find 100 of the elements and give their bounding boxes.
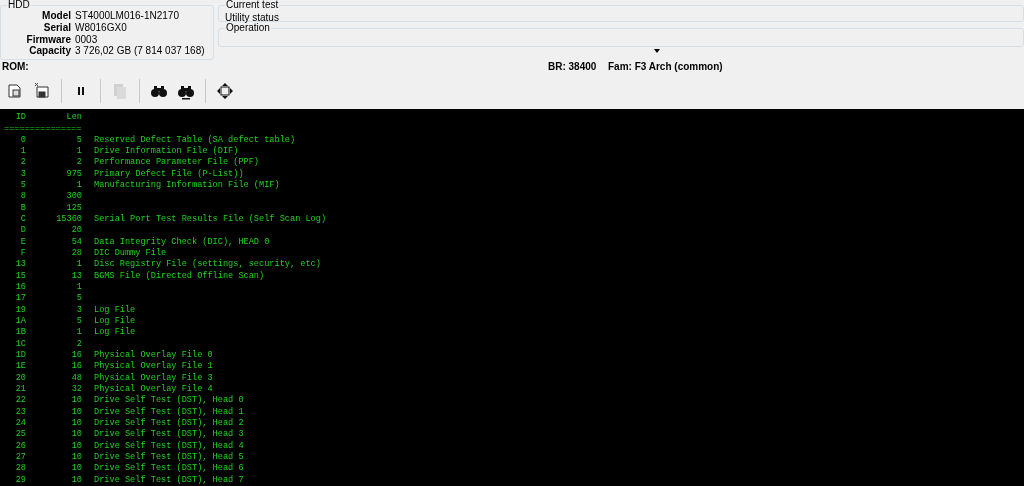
file-description: BGMS File (Directed Offline Scan)	[94, 270, 265, 283]
file-length: 5	[75, 316, 82, 328]
file-id: 1C	[14, 338, 26, 351]
file-id: 8	[19, 191, 26, 203]
field-value: W8016GX0	[75, 21, 128, 34]
file-id: E	[19, 236, 26, 249]
save-icon	[33, 82, 51, 101]
file-id: B	[19, 202, 26, 215]
file-length: 48	[70, 372, 82, 385]
caret-icon[interactable]	[654, 49, 660, 53]
file-description: Drive Self Test (DST), Head 0	[94, 395, 244, 407]
file-length: 3	[75, 304, 82, 317]
file-description: Serial Port Test Results File (Self Scan Log)	[94, 214, 327, 226]
group-title: Current test	[225, 0, 280, 10]
file-length: 975	[65, 168, 82, 181]
file-id: D	[19, 225, 26, 237]
file-id: 27	[14, 452, 26, 464]
file-length: 125	[65, 202, 82, 215]
file-length: 16	[70, 350, 82, 362]
file-description: Log File	[94, 316, 136, 327]
four-way-arrow-icon	[216, 82, 234, 101]
file-length: 2	[75, 338, 82, 351]
rom-label: ROM:	[2, 61, 30, 72]
family-label: Fam: F3 Arch (common)	[608, 61, 723, 72]
file-length: 54	[70, 236, 82, 249]
file-length: 1	[75, 327, 82, 339]
file-description: Data Integrity Check (DIC), HEAD 0	[94, 236, 270, 248]
file-description: Log File	[94, 327, 136, 339]
file-id: 3	[19, 168, 26, 181]
file-id: F	[19, 248, 26, 260]
file-description: Disc Registry File (settings, security, etc)	[94, 259, 321, 271]
file-id: 13	[14, 259, 26, 271]
file-description: DIC Dummy File	[94, 248, 167, 259]
file-description: Drive Self Test (DST), Head 2	[94, 418, 244, 429]
field-label: Capacity	[28, 45, 71, 58]
file-length: 5	[75, 293, 82, 305]
field-label: Serial	[42, 21, 71, 34]
file-length: 10	[70, 474, 82, 486]
file-id: 0	[19, 134, 26, 147]
file-id: 26	[14, 440, 26, 452]
file-length: 1	[75, 259, 82, 271]
file-length: 1	[75, 180, 82, 192]
file-length: 10	[70, 463, 82, 475]
file-id: 29	[14, 474, 26, 486]
file-length: 10	[70, 440, 82, 452]
file-length: 32	[70, 384, 82, 396]
file-length: 15360	[55, 214, 82, 226]
field-value: 3 726,02 GB (7 814 037 168)	[75, 45, 206, 58]
file-description: Primary Defect File (P-List))	[94, 168, 244, 180]
field-label: Model	[41, 10, 71, 22]
current-test-value: Utility status	[225, 11, 280, 23]
file-length: 10	[70, 418, 82, 430]
file-description: Log File	[94, 304, 136, 316]
field-label: Firmware	[25, 33, 71, 46]
file-length: 13	[70, 270, 82, 283]
column-header: ID	[14, 112, 26, 124]
file-length: 10	[70, 395, 82, 407]
file-description: Manufacturing Information File (MIF)	[94, 180, 280, 192]
file-description: Drive Self Test (DST), Head 7	[94, 474, 244, 486]
file-description: Physical Overlay File 0	[94, 350, 213, 361]
file-length: 10	[70, 452, 82, 464]
file-description: Physical Overlay File 1	[94, 361, 213, 373]
file-length: 5	[75, 134, 82, 147]
file-length: 1	[75, 146, 82, 158]
file-id: 16	[14, 282, 26, 294]
file-length: 28	[70, 248, 82, 260]
open-file-icon	[6, 82, 24, 101]
column-header: Len	[65, 112, 82, 124]
file-id: 21	[14, 384, 26, 396]
file-id: 1A	[14, 316, 26, 328]
file-length: 10	[70, 406, 82, 419]
file-id: 1	[19, 146, 26, 158]
baud-rate-label: BR: 38400	[548, 61, 598, 72]
field-value: ST4000LM016-1N2170	[75, 10, 180, 22]
file-id: 22	[14, 395, 26, 407]
file-description: Reserved Defect Table (SA defect table)	[94, 134, 296, 146]
group-title: HDD	[7, 0, 31, 10]
file-description: Physical Overlay File 4	[94, 384, 213, 395]
file-description: Drive Information File (DIF)	[94, 146, 239, 157]
file-id: 25	[14, 429, 26, 441]
file-description: Drive Self Test (DST), Head 5	[94, 452, 244, 463]
file-id: 1E	[14, 361, 26, 373]
file-description: Drive Self Test (DST), Head 3	[94, 429, 244, 441]
file-description: Drive Self Test (DST), Head 6	[94, 463, 244, 475]
file-description: Drive Self Test (DST), Head 1	[94, 406, 244, 418]
file-id: 1B	[14, 327, 26, 339]
file-id: 2	[19, 157, 26, 169]
file-id: 23	[14, 406, 26, 419]
file-id: 20	[14, 372, 26, 385]
file-id: 17	[14, 293, 26, 305]
file-id: 19	[14, 304, 26, 317]
file-description: Physical Overlay File 3	[94, 372, 213, 384]
file-description: Drive Self Test (DST), Head 4	[94, 440, 244, 452]
file-id: C	[19, 214, 26, 226]
group-title: Operation	[226, 23, 271, 33]
file-id: 15	[14, 270, 26, 283]
copy-icon	[111, 82, 129, 101]
file-length: 10	[70, 429, 82, 441]
separator-line: ===============	[4, 123, 82, 135]
file-length: 16	[70, 361, 82, 373]
